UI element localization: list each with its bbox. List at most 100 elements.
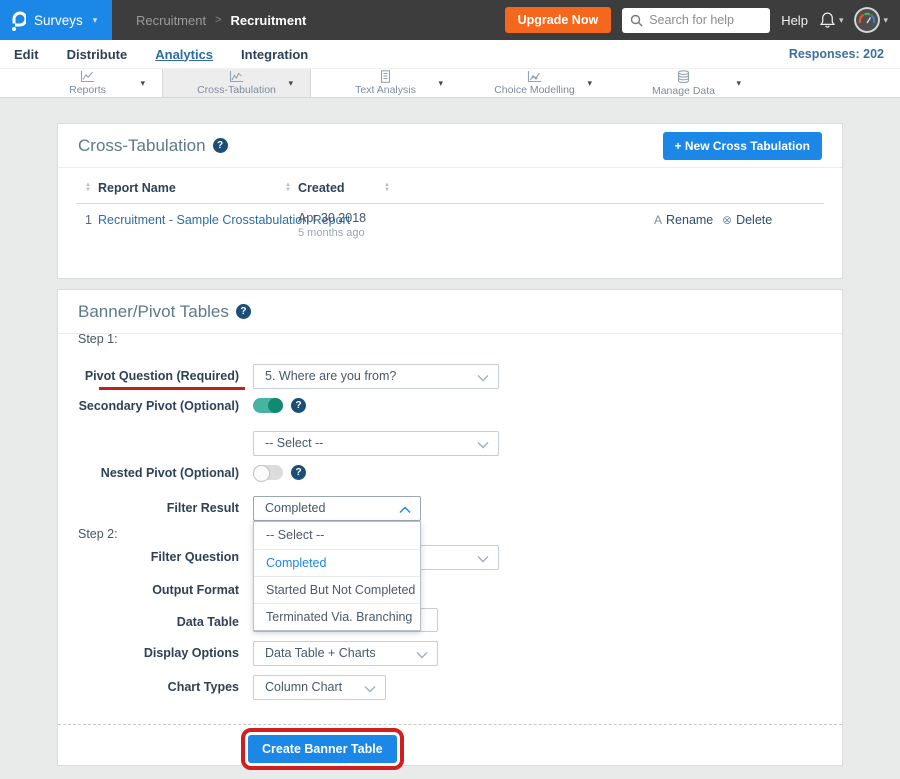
help-link[interactable]: Help: [781, 13, 808, 28]
pivot-question-label: Pivot Question (Required): [58, 364, 239, 389]
column-report-name[interactable]: Report Name: [98, 181, 176, 195]
pivot-question-select[interactable]: 5. Where are you from?: [253, 364, 499, 389]
document-icon: [378, 70, 393, 83]
notifications-button[interactable]: ▾: [819, 11, 844, 29]
upgrade-now-button[interactable]: Upgrade Now: [505, 7, 612, 33]
display-options-select[interactable]: Data Table + Charts: [253, 641, 438, 666]
bell-icon: [819, 11, 836, 29]
surveys-menu[interactable]: Surveys ▾: [0, 0, 112, 40]
tab-dropdown-caret[interactable]: ▾: [587, 78, 592, 89]
dropdown-option[interactable]: -- Select --: [254, 522, 420, 549]
tab-manage-data[interactable]: Manage Data ▾: [609, 69, 758, 97]
table-divider: [76, 203, 824, 204]
avatar: [854, 7, 880, 33]
chart-types-label: Chart Types: [58, 675, 239, 700]
nav-analytics[interactable]: Analytics: [155, 47, 213, 62]
annotation-underline: [99, 387, 245, 390]
create-banner-table-button[interactable]: Create Banner Table: [248, 735, 397, 763]
chevron-down-icon: ▾: [93, 15, 98, 26]
product-switcher-label: Surveys: [34, 13, 83, 28]
secondary-pivot-label: Secondary Pivot (Optional): [58, 398, 239, 414]
analytics-tab-bar: Reports ▾ Cross-Tabulation ▾ Text Analys…: [0, 68, 900, 98]
chevron-down-icon: ▾: [839, 15, 844, 26]
tab-text-analysis[interactable]: Text Analysis ▾: [311, 69, 460, 97]
section-title: Banner/Pivot Tables: [78, 302, 229, 322]
tab-cross-tabulation[interactable]: Cross-Tabulation ▾: [162, 69, 311, 97]
sort-icon[interactable]: ▲▼: [85, 183, 91, 193]
created-ago: 5 months ago: [298, 227, 365, 239]
database-icon: [676, 70, 691, 84]
nested-pivot-label: Nested Pivot (Optional): [58, 465, 239, 481]
dashed-divider: [58, 724, 842, 725]
chevron-down-icon: [477, 374, 489, 382]
banner-pivot-header: Banner/Pivot Tables ?: [58, 290, 842, 334]
data-table-label: Data Table: [58, 610, 239, 635]
nested-pivot-toggle[interactable]: [253, 465, 283, 480]
nav-distribute[interactable]: Distribute: [67, 47, 128, 62]
section-title: Cross-Tabulation: [78, 136, 206, 156]
dropdown-option[interactable]: Terminated Via. Branching: [254, 603, 420, 630]
delete-icon: ⊗: [722, 213, 732, 227]
dropdown-option[interactable]: Started But Not Completed: [254, 576, 420, 603]
tab-dropdown-caret[interactable]: ▾: [736, 78, 741, 89]
nav-edit[interactable]: Edit: [14, 47, 39, 62]
chevron-down-icon: [416, 651, 428, 659]
content-area: Cross-Tabulation ? + New Cross Tabulatio…: [0, 98, 900, 766]
delete-button[interactable]: ⊗Delete: [722, 213, 772, 227]
breadcrumb: Recruitment > Recruitment: [136, 13, 306, 28]
tab-choice-modelling[interactable]: Choice Modelling ▾: [460, 69, 609, 97]
help-search: [622, 8, 770, 33]
survey-nav: Edit Distribute Analytics Integration Re…: [0, 40, 900, 68]
breadcrumb-current: Recruitment: [231, 13, 307, 28]
breadcrumb-parent[interactable]: Recruitment: [136, 13, 206, 28]
chevron-down-icon: [477, 441, 489, 449]
cross-tabulation-header: Cross-Tabulation ? + New Cross Tabulatio…: [58, 124, 842, 168]
choice-chart-icon: [527, 70, 542, 83]
search-input[interactable]: [622, 8, 770, 33]
responses-count[interactable]: Responses: 202: [789, 47, 884, 61]
tab-dropdown-caret[interactable]: ▾: [438, 78, 443, 89]
filter-result-label: Filter Result: [58, 496, 239, 521]
line-chart-icon: [80, 70, 95, 83]
annotation-highlight-ring: Create Banner Table: [241, 728, 404, 770]
display-options-label: Display Options: [58, 641, 239, 666]
step1-label: Step 1:: [78, 332, 118, 346]
secondary-pivot-toggle[interactable]: [253, 398, 283, 413]
dropdown-option-selected[interactable]: Completed: [254, 549, 420, 576]
row-index: 1: [85, 213, 92, 227]
help-icon[interactable]: ?: [291, 465, 306, 480]
top-bar: Surveys ▾ Recruitment > Recruitment Upgr…: [0, 0, 900, 40]
nav-integration[interactable]: Integration: [241, 47, 308, 62]
account-menu[interactable]: ▾: [854, 7, 888, 33]
column-created[interactable]: Created: [298, 181, 345, 195]
search-icon: [630, 14, 643, 27]
breadcrumb-separator: >: [215, 14, 221, 26]
secondary-pivot-select[interactable]: -- Select --: [253, 431, 499, 456]
step2-label: Step 2:: [78, 527, 118, 541]
filter-result-select[interactable]: Completed: [253, 496, 421, 521]
questionpro-logo-icon: [9, 9, 26, 32]
cross-tabulation-card: Cross-Tabulation ? + New Cross Tabulatio…: [57, 123, 843, 279]
chevron-up-icon: [399, 506, 411, 514]
chart-types-select[interactable]: Column Chart: [253, 675, 386, 700]
crosstab-chart-icon: [229, 70, 244, 83]
banner-pivot-card: Banner/Pivot Tables ? Step 1: Pivot Ques…: [57, 289, 843, 766]
tab-dropdown-caret[interactable]: ▾: [140, 78, 145, 89]
chevron-down-icon: [364, 685, 376, 693]
sort-icon[interactable]: ▲▼: [285, 183, 291, 193]
tab-dropdown-caret[interactable]: ▾: [288, 78, 293, 89]
filter-question-label: Filter Question: [58, 545, 239, 570]
new-cross-tabulation-button[interactable]: + New Cross Tabulation: [663, 132, 822, 160]
sort-icon[interactable]: ▲▼: [384, 183, 390, 193]
help-icon[interactable]: ?: [236, 304, 251, 319]
help-icon[interactable]: ?: [291, 398, 306, 413]
top-bar-actions: Upgrade Now Help ▾ ▾: [505, 7, 900, 33]
filter-result-dropdown: -- Select -- Completed Started But Not C…: [253, 521, 421, 631]
created-date: Apr 30 2018: [298, 211, 366, 225]
rename-button[interactable]: ARename: [654, 213, 713, 227]
rename-icon: A: [654, 213, 662, 227]
tab-reports[interactable]: Reports ▾: [13, 69, 162, 97]
help-icon[interactable]: ?: [213, 138, 228, 153]
chevron-down-icon: ▾: [883, 15, 888, 26]
output-format-label: Output Format: [58, 578, 239, 603]
